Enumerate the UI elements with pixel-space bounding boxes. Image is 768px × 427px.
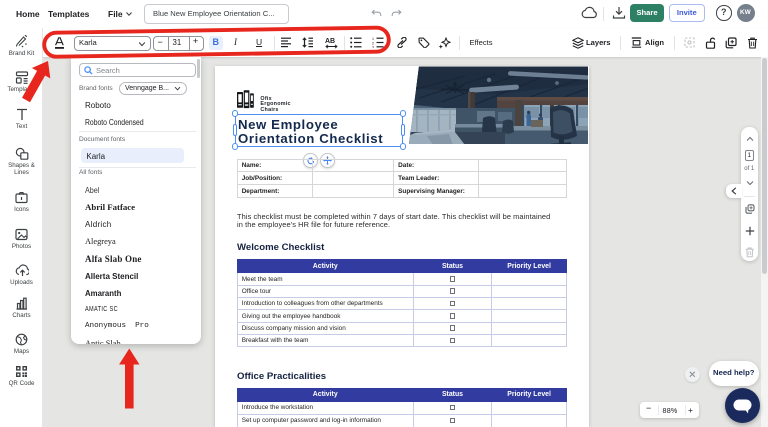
svg-text:AB: AB [325,38,335,45]
svg-text:3: 3 [372,46,374,49]
